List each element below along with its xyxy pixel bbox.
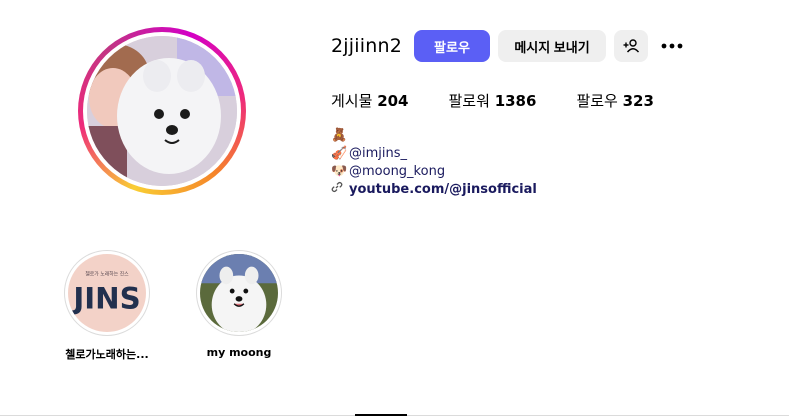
bio-line-dog: 🐶 @moong_kong: [331, 163, 537, 181]
violin-icon: 🎻: [331, 146, 348, 161]
profile-bio: 🧸 🎻 @imjins_ 🐶 @moong_kong youtube.com/@…: [331, 127, 537, 199]
following-label: 팔로우: [576, 92, 618, 110]
suggest-users-button[interactable]: [614, 30, 648, 62]
highlight-label: 첼로가노래하는...: [65, 348, 149, 361]
avatar-gap: [83, 32, 241, 190]
mention-link-imjins[interactable]: @imjins_: [349, 145, 407, 163]
send-message-button[interactable]: 메시지 보내기: [498, 30, 606, 62]
following-count: 323: [622, 92, 654, 110]
profile-stats: 게시물 204 팔로워 1386 팔로우 323: [331, 90, 694, 111]
dog-face-icon: 🐶: [331, 164, 348, 179]
mention-link-moong-kong[interactable]: @moong_kong: [349, 163, 445, 181]
highlight-ring: 첼로가 노래하는 진스 JINS: [64, 250, 150, 336]
followers-stat[interactable]: 팔로워 1386: [449, 90, 537, 111]
posts-count: 204: [377, 92, 409, 110]
add-person-icon: [623, 39, 639, 53]
bio-line-link: youtube.com/@jinsofficial: [331, 181, 537, 199]
ellipsis-icon: [661, 43, 683, 49]
posts-stat: 게시물 204: [331, 90, 409, 111]
bio-line-teddy: 🧸: [331, 127, 537, 145]
followers-label: 팔로워: [448, 92, 490, 110]
more-options-button[interactable]: [656, 30, 688, 62]
highlight-cover-dog: [200, 254, 278, 332]
link-icon: [331, 181, 349, 199]
highlight-cover-subtext: 첼로가 노래하는 진스: [85, 270, 129, 277]
followers-count: 1386: [494, 92, 537, 110]
teddy-bear-icon: 🧸: [331, 128, 348, 143]
bio-line-violin: 🎻 @imjins_: [331, 145, 537, 163]
avatar-photo-illustration: [87, 36, 237, 186]
posts-label: 게시물: [331, 92, 373, 110]
profile-avatar[interactable]: [87, 36, 237, 186]
following-stat[interactable]: 팔로우 323: [576, 90, 654, 111]
highlight-label: my moong: [206, 346, 272, 359]
profile-avatar-ring[interactable]: [78, 27, 246, 195]
story-highlight-jins[interactable]: 첼로가 노래하는 진스 JINS 첼로가노래하는...: [64, 250, 150, 362]
story-highlight-my-moong[interactable]: my moong: [196, 250, 282, 359]
external-website-link[interactable]: youtube.com/@jinsofficial: [349, 181, 537, 199]
follow-button[interactable]: 팔로우: [414, 30, 490, 62]
highlight-cover-title: JINS: [71, 282, 140, 316]
highlight-cover-jins: 첼로가 노래하는 진스 JINS: [68, 254, 146, 332]
highlight-ring: [196, 250, 282, 336]
active-tab-indicator[interactable]: [355, 414, 407, 416]
profile-username: 2jjiinn2: [331, 35, 402, 57]
